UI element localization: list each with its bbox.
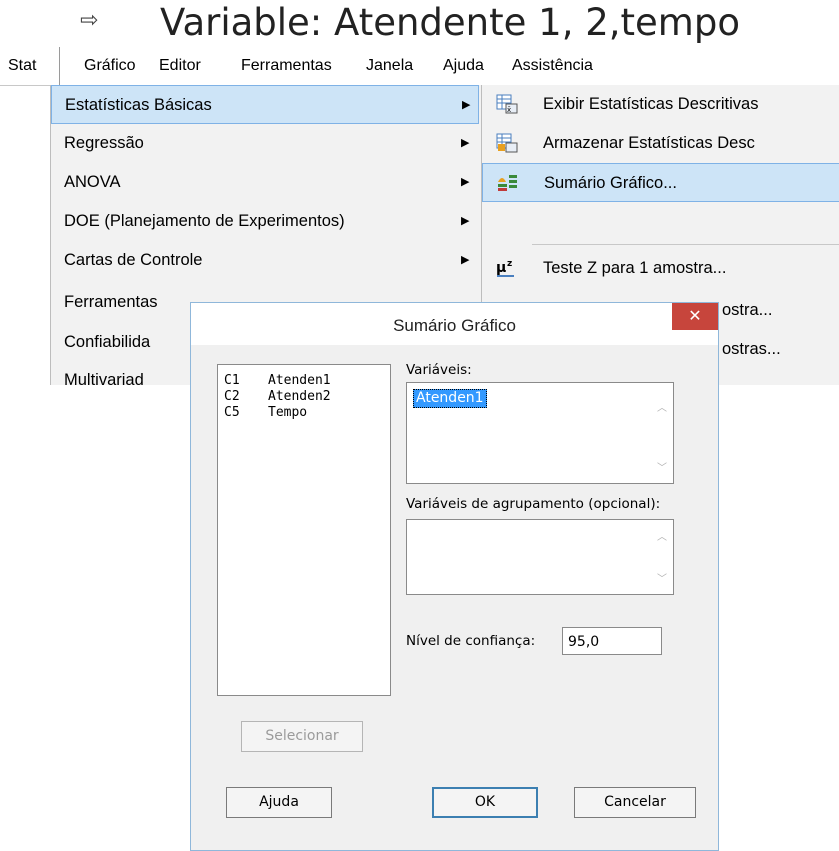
scroll-down-icon[interactable]: ﹀	[657, 459, 667, 474]
menu-item-label: ostras...	[722, 340, 781, 358]
menu-item-estatisticas-basicas[interactable]: Estatísticas Básicas ▶	[51, 85, 479, 124]
menu-item-cartas-de-controle[interactable]: Cartas de Controle ▶	[51, 241, 481, 280]
menu-stat[interactable]: Stat	[4, 47, 60, 85]
help-button[interactable]: Ajuda	[226, 787, 332, 818]
menu-item-label: Armazenar Estatísticas Desc	[543, 134, 755, 152]
dialog-title: Sumário Gráfico	[191, 303, 718, 345]
mu-z-icon: μ z	[496, 259, 514, 277]
scroll-down-icon[interactable]: ﹀	[657, 570, 667, 585]
store-table-icon	[496, 133, 518, 153]
submenu-arrow-icon: ▶	[461, 176, 470, 188]
menu-ferramentas[interactable]: Ferramentas	[241, 47, 332, 85]
confidence-label: Nível de confiança:	[406, 633, 536, 649]
grouping-label: Variáveis de agrupamento (opcional):	[406, 496, 661, 512]
menu-item-exibir-estatisticas[interactable]: x̄ Exibir Estatísticas Descritivas	[482, 85, 839, 124]
select-button[interactable]: Selecionar	[241, 721, 363, 752]
variables-value: Atenden1	[413, 389, 487, 408]
menu-item-label: Cartas de Controle	[64, 251, 203, 269]
menu-item-label: Estatísticas Básicas	[65, 96, 212, 114]
svg-text:x̄: x̄	[507, 106, 511, 114]
column-id: C5	[224, 405, 240, 420]
graph-summary-icon	[498, 175, 517, 191]
confidence-field[interactable]: 95,0	[562, 627, 662, 655]
menu-item-label: Multivariad	[64, 371, 144, 385]
menu-editor[interactable]: Editor	[159, 47, 201, 85]
submenu-arrow-icon: ▶	[462, 99, 471, 111]
menu-separator	[532, 244, 839, 245]
table-icon: x̄	[496, 94, 518, 114]
sumario-grafico-dialog: Sumário Gráfico ✕ C1 Atenden1 C2 Atenden…	[190, 302, 719, 851]
svg-text:z: z	[507, 259, 512, 269]
svg-text:μ: μ	[496, 260, 506, 276]
column-name: Atenden1	[268, 373, 331, 388]
menu-item-armazenar-estatisticas[interactable]: Armazenar Estatísticas Desc	[482, 124, 839, 163]
column-list[interactable]: C1 Atenden1 C2 Atenden2 C5 Tempo	[217, 364, 391, 696]
menu-item-label: ostra...	[722, 301, 773, 319]
grouping-field[interactable]: ︿ ﹀	[406, 519, 674, 595]
menu-ajuda[interactable]: Ajuda	[443, 47, 484, 85]
title-arrow-icon: ⇨	[80, 8, 99, 33]
menu-item-teste-z[interactable]: μ z Teste Z para 1 amostra...	[482, 249, 839, 288]
variables-field[interactable]: Atenden1 ︿ ﹀	[406, 382, 674, 484]
menu-item-label: ANOVA	[64, 173, 121, 191]
submenu-arrow-icon: ▶	[461, 137, 470, 149]
menu-item-label: Regressão	[64, 134, 144, 152]
cancel-button[interactable]: Cancelar	[574, 787, 696, 818]
menu-item-label: Sumário Gráfico...	[544, 174, 677, 192]
scroll-up-icon[interactable]: ︿	[657, 399, 667, 414]
column-id: C1	[224, 373, 240, 388]
menu-item-anova[interactable]: ANOVA ▶	[51, 163, 481, 202]
scroll-up-icon[interactable]: ︿	[657, 528, 667, 543]
menu-item-label: Teste Z para 1 amostra...	[543, 259, 727, 277]
menubar: Stat Gráfico Editor Ferramentas Janela A…	[0, 47, 839, 86]
menu-item-sumario-grafico[interactable]: Sumário Gráfico...	[482, 163, 839, 202]
menu-item-regressao[interactable]: Regressão ▶	[51, 124, 481, 163]
slide-title: Variable: Atendente 1, 2,tempo	[160, 1, 740, 44]
menu-item-label: Confiabilida	[64, 333, 151, 351]
column-name: Atenden2	[268, 389, 331, 404]
menu-grafico[interactable]: Gráfico	[84, 47, 136, 85]
menu-item-label: DOE (Planejamento de Experimentos)	[64, 212, 345, 230]
menu-assistencia[interactable]: Assistência	[512, 47, 593, 85]
dialog-body: C1 Atenden1 C2 Atenden2 C5 Tempo Variáve…	[198, 345, 711, 844]
variables-label: Variáveis:	[406, 362, 472, 378]
menu-item-label: Exibir Estatísticas Descritivas	[543, 95, 759, 113]
submenu-arrow-icon: ▶	[461, 254, 470, 266]
column-name: Tempo	[268, 405, 308, 420]
menu-item-label: Ferramentas	[64, 293, 158, 311]
menu-item-doe[interactable]: DOE (Planejamento de Experimentos) ▶	[51, 202, 481, 241]
ok-button[interactable]: OK	[432, 787, 538, 818]
menu-janela[interactable]: Janela	[366, 47, 413, 85]
close-icon[interactable]: ✕	[672, 303, 718, 330]
submenu-arrow-icon: ▶	[461, 215, 470, 227]
column-id: C2	[224, 389, 240, 404]
